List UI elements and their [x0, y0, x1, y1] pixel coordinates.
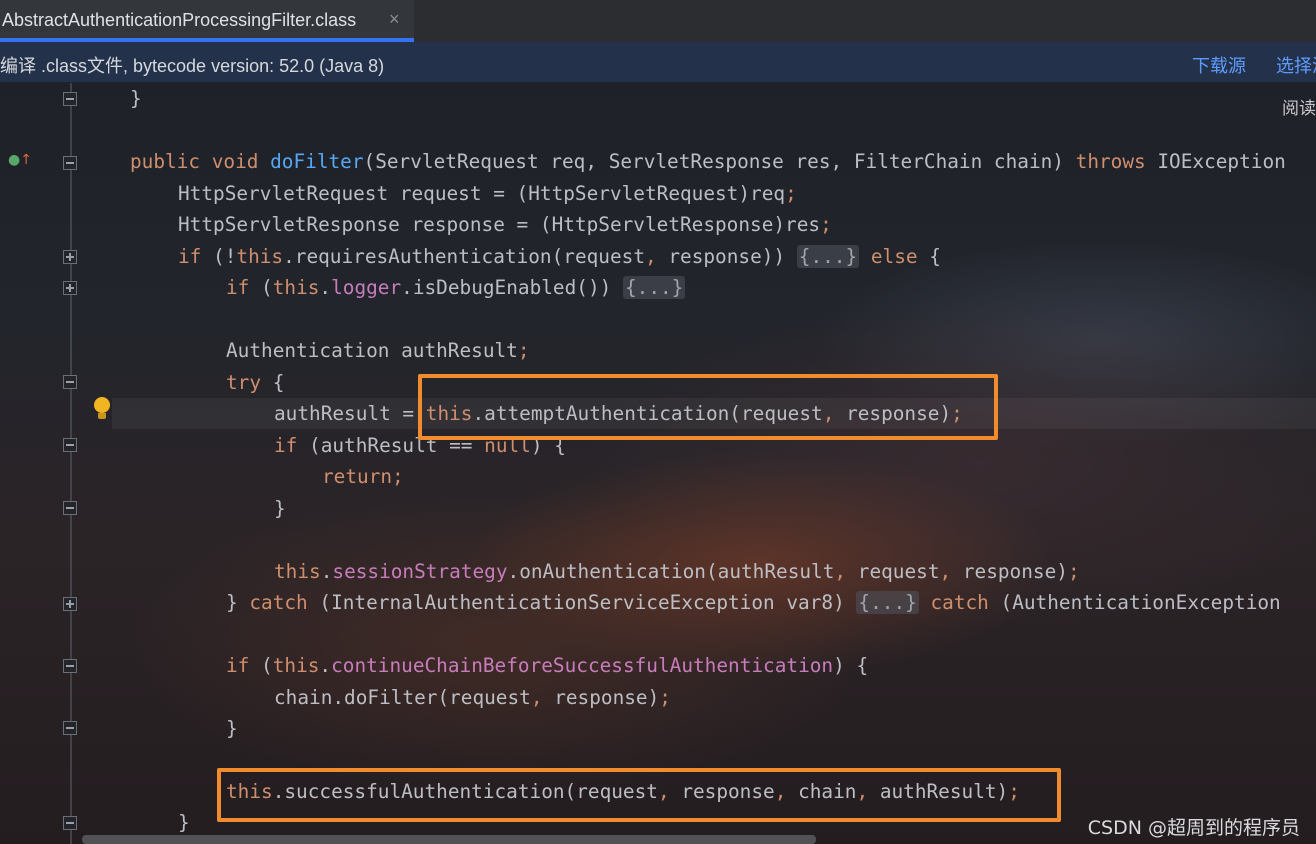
- expand-fold-icon[interactable]: [63, 281, 77, 295]
- banner-message: 编译 .class文件, bytecode version: 52.0 (Jav…: [0, 56, 385, 76]
- editor-tab-bar: AbstractAuthenticationProcessingFilter.c…: [0, 0, 1316, 43]
- fold-toggle-icon[interactable]: [63, 156, 77, 170]
- folded-code-block[interactable]: {...}: [856, 591, 919, 614]
- fold-toggle-icon[interactable]: [63, 721, 77, 735]
- tab-abstract-authentication-processing-filter[interactable]: AbstractAuthenticationProcessingFilter.c…: [0, 0, 414, 42]
- download-source-link[interactable]: 下载源: [1192, 52, 1246, 78]
- fold-toggle-icon[interactable]: [63, 92, 77, 106]
- lightbulb-icon[interactable]: [92, 397, 112, 423]
- code-line: return;: [322, 465, 404, 488]
- fold-toggle-icon[interactable]: [63, 375, 77, 389]
- code-line: if (!this.requiresAuthentication(request…: [178, 245, 941, 268]
- code-line: }: [130, 87, 142, 110]
- code-line: chain.doFilter(request, response);: [274, 686, 671, 709]
- code-editor[interactable]: 阅读 ●↑ } public void doFilter(ServletRequ…: [0, 83, 1316, 844]
- watermark: CSDN @超周到的程序员: [1087, 817, 1300, 839]
- code-line: if (this.continueChainBeforeSuccessfulAu…: [226, 654, 869, 677]
- expand-fold-icon[interactable]: [63, 250, 77, 264]
- code-line: this.sessionStrategy.onAuthentication(au…: [274, 560, 1080, 583]
- code-line: try {: [226, 371, 285, 394]
- override-method-icon[interactable]: ●↑: [8, 152, 32, 168]
- horizontal-scrollbar[interactable]: [82, 835, 816, 844]
- highlight-box-attempt-authentication: [418, 374, 998, 440]
- decompiled-info-banner: 编译 .class文件, bytecode version: 52.0 (Jav…: [0, 42, 1316, 83]
- fold-toggle-icon[interactable]: [63, 501, 77, 515]
- code-line: HttpServletRequest request = (HttpServle…: [178, 182, 797, 205]
- code-line: }: [178, 811, 190, 834]
- reader-mode-toggle[interactable]: 阅读: [1282, 94, 1316, 119]
- fold-toggle-icon[interactable]: [63, 816, 77, 830]
- code-line: Authentication authResult;: [226, 339, 530, 362]
- choose-source-link[interactable]: 选择源: [1276, 52, 1316, 78]
- expand-fold-icon[interactable]: [63, 597, 77, 611]
- close-icon[interactable]: ×: [389, 9, 400, 30]
- code-line: } catch (InternalAuthenticationServiceEx…: [226, 591, 1281, 614]
- code-line: }: [274, 497, 286, 520]
- fold-toggle-icon[interactable]: [63, 438, 77, 452]
- code-line: HttpServletResponse response = (HttpServ…: [178, 213, 832, 236]
- code-line: public void doFilter(ServletRequest req,…: [130, 150, 1286, 173]
- highlight-box-successful-authentication: [217, 768, 1061, 822]
- tab-title: AbstractAuthenticationProcessingFilter.c…: [2, 10, 357, 30]
- fold-toggle-icon[interactable]: [63, 659, 77, 673]
- code-line: }: [226, 717, 238, 740]
- folded-code-block[interactable]: {...}: [796, 245, 860, 268]
- folded-code-block[interactable]: {...}: [622, 276, 686, 299]
- code-line: if (this.logger.isDebugEnabled()) {...}: [226, 276, 686, 299]
